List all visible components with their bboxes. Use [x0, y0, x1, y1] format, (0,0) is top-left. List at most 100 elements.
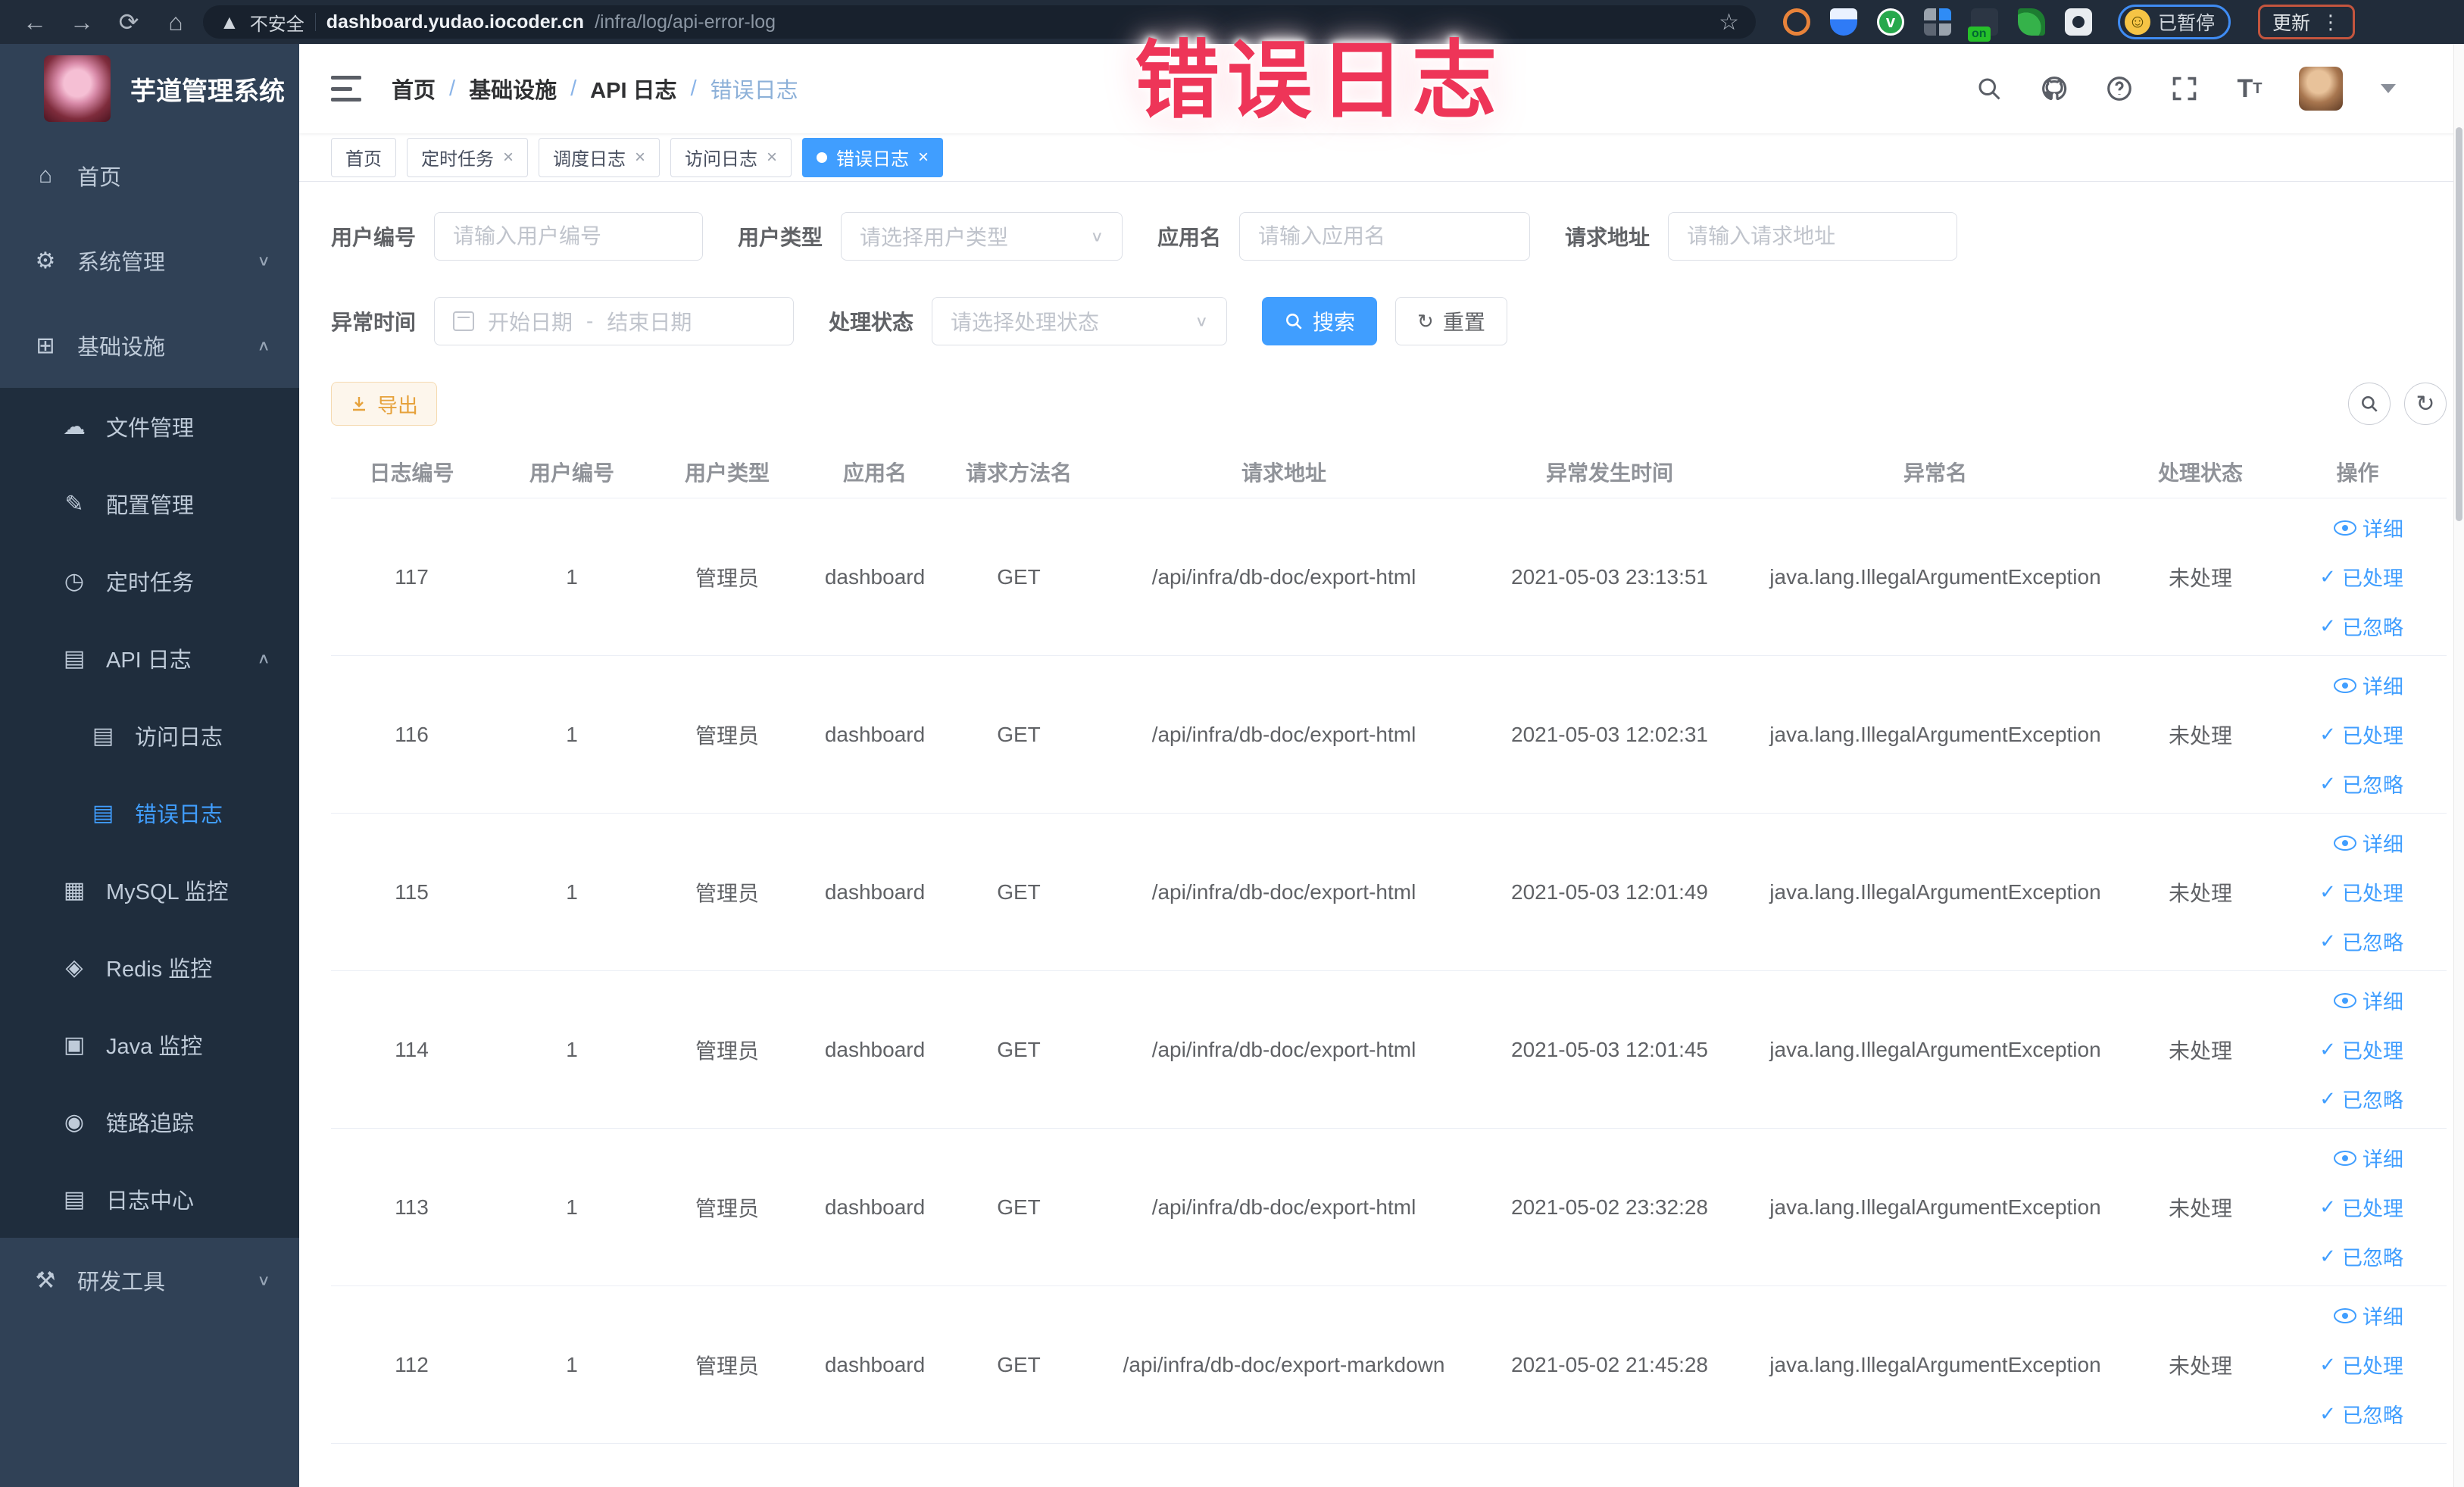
page-scrollbar[interactable] [2453, 44, 2464, 1487]
address-bar[interactable]: ▲ 不安全 dashboard.yudao.iocoder.cn/infra/l… [203, 5, 1756, 39]
tab-定时任务[interactable]: 定时任务 × [407, 137, 529, 177]
process-status-select[interactable]: 请选择处理状态 ∨ [932, 297, 1228, 345]
fullscreen-icon[interactable] [2169, 73, 2200, 105]
action-详细[interactable]: 详细 [2334, 1143, 2403, 1173]
tab-错误日志[interactable]: 错误日志 × [802, 137, 944, 177]
cell-app: dashboard [824, 879, 926, 904]
action-已处理[interactable]: ✓ 已处理 [2319, 720, 2403, 749]
sidebar-item-链路追踪[interactable]: ◉ 链路追踪 [0, 1083, 299, 1161]
browser-update-button[interactable]: 更新 ⋮ [2258, 5, 2356, 39]
tab-访问日志[interactable]: 访问日志 × [670, 137, 792, 177]
action-已忽略[interactable]: ✓ 已忽略 [2319, 769, 2403, 798]
action-已忽略[interactable]: ✓ 已忽略 [2319, 1399, 2403, 1429]
reset-button[interactable]: ↻ 重置 [1395, 297, 1507, 345]
search-button[interactable]: 搜索 [1262, 297, 1378, 345]
sidebar-item-研发工具[interactable]: ⚒ 研发工具 ∨ [0, 1238, 299, 1323]
sidebar-item-配置管理[interactable]: ✎ 配置管理 [0, 465, 299, 542]
sidebar-item-基础设施[interactable]: ⊞ 基础设施 ∧ [0, 303, 299, 388]
request-url-input[interactable] [1687, 224, 1939, 248]
start-date-placeholder: 开始日期 [488, 311, 573, 334]
breadcrumb-item[interactable]: API 日志 [590, 73, 676, 105]
browser-back-button[interactable]: ← [15, 5, 55, 39]
avatar-caret-icon[interactable] [2381, 84, 2396, 93]
sidebar-item-API-日志[interactable]: ▤ API 日志 ∧ [0, 620, 299, 697]
breadcrumb-item[interactable]: 错误日志 [710, 73, 798, 105]
action-已处理[interactable]: ✓ 已处理 [2319, 1350, 2403, 1379]
extension-leaf-icon[interactable] [2018, 8, 2045, 36]
breadcrumb-item[interactable]: 基础设施 [469, 73, 557, 105]
profile-emoji-avatar: ☺ [2125, 9, 2150, 35]
cell-exception: java.lang.IllegalArgumentException [1769, 564, 2101, 589]
date-range-picker[interactable]: 开始日期 - 结束日期 [434, 297, 795, 345]
sidebar-item-Redis-监控[interactable]: ◈ Redis 监控 [0, 929, 299, 1006]
app-name-input[interactable] [1258, 224, 1512, 248]
sidebar-logo[interactable]: 芋道管理系统 [0, 44, 299, 133]
user-type-select[interactable]: 请选择用户类型 ∨ [841, 212, 1123, 261]
browser-reload-button[interactable]: ⟳ [109, 5, 148, 39]
check-icon: ✓ [2319, 1195, 2336, 1218]
tab-调度日志[interactable]: 调度日志 × [539, 137, 661, 177]
profile-paused-badge[interactable]: ☺ 已暂停 [2118, 5, 2231, 39]
action-已忽略[interactable]: ✓ 已忽略 [2319, 1084, 2403, 1114]
user-id-input[interactable] [453, 224, 685, 248]
sidebar-item-日志中心[interactable]: ▤ 日志中心 [0, 1161, 299, 1238]
action-已处理[interactable]: ✓ 已处理 [2319, 1192, 2403, 1222]
extension-grid-icon[interactable] [1924, 8, 1951, 36]
main-area: 首页 / 基础设施 / API 日志 / 错误日志 TT 首页 定时任务 × 调… [299, 44, 2464, 1487]
close-icon[interactable]: × [635, 147, 645, 168]
action-label: 详细 [2363, 833, 2403, 856]
cell-user_type: 管理员 [695, 881, 759, 905]
scrollbar-thumb[interactable] [2456, 127, 2462, 521]
refresh-table-button[interactable]: ↻ [2404, 383, 2447, 425]
action-已处理[interactable]: ✓ 已处理 [2319, 877, 2403, 907]
font-size-icon[interactable]: TT [2234, 73, 2266, 105]
toggle-search-button[interactable] [2348, 383, 2391, 425]
github-icon[interactable] [2038, 73, 2070, 105]
close-icon[interactable]: × [503, 147, 514, 168]
table-toolbar: 导出 ↻ [331, 382, 2447, 426]
action-详细[interactable]: 详细 [2334, 513, 2403, 542]
action-已处理[interactable]: ✓ 已处理 [2319, 1035, 2403, 1064]
sidebar-item-访问日志[interactable]: ▤ 访问日志 [0, 697, 299, 774]
action-已忽略[interactable]: ✓ 已忽略 [2319, 611, 2403, 641]
browser-home-button[interactable]: ⌂ [156, 5, 195, 39]
cell-method: GET [997, 879, 1041, 904]
sidebar-collapse-icon[interactable] [331, 76, 361, 102]
bookmark-star-icon[interactable]: ☆ [1719, 9, 1739, 36]
java-monitor-icon: ▣ [63, 1032, 86, 1057]
extension-orange-icon[interactable] [1783, 8, 1810, 36]
action-详细[interactable]: 详细 [2334, 670, 2403, 700]
sidebar-item-系统管理[interactable]: ⚙ 系统管理 ∨ [0, 218, 299, 303]
action-详细[interactable]: 详细 [2334, 1301, 2403, 1330]
help-icon[interactable] [2103, 73, 2135, 105]
action-已忽略[interactable]: ✓ 已忽略 [2319, 926, 2403, 956]
user-avatar[interactable] [2299, 67, 2343, 111]
extension-green-icon[interactable]: v [1877, 8, 1904, 36]
action-已处理[interactable]: ✓ 已处理 [2319, 562, 2403, 592]
cell-actions: 详细 ✓ 已处理 ✓ 已忽略 [2272, 1143, 2443, 1271]
browser-forward-button[interactable]: → [62, 5, 101, 39]
sidebar-item-错误日志[interactable]: ▤ 错误日志 [0, 774, 299, 851]
cell-actions: 详细 ✓ 已处理 ✓ 已忽略 [2272, 986, 2443, 1114]
close-icon[interactable]: × [767, 147, 777, 168]
column-header: 异常名 [1903, 461, 1967, 485]
export-button[interactable]: 导出 [331, 382, 437, 426]
sidebar-item-MySQL-监控[interactable]: ▦ MySQL 监控 [0, 851, 299, 929]
breadcrumb-item[interactable]: 首页 [392, 73, 436, 105]
action-详细[interactable]: 详细 [2334, 986, 2403, 1015]
action-已忽略[interactable]: ✓ 已忽略 [2319, 1242, 2403, 1271]
cell-method: GET [997, 722, 1041, 746]
extensions-puzzle-icon[interactable] [2065, 8, 2092, 36]
sidebar-item-定时任务[interactable]: ◷ 定时任务 [0, 542, 299, 620]
extension-shield-icon[interactable] [1830, 8, 1857, 36]
sidebar-item-首页[interactable]: ⌂ 首页 [0, 133, 299, 218]
search-icon[interactable] [1973, 73, 2005, 105]
table-row: 115 1 管理员 dashboard GET/api/infra/db-doc/exp… [331, 814, 2447, 971]
sidebar-item-Java-监控[interactable]: ▣ Java 监控 [0, 1006, 299, 1083]
tab-首页[interactable]: 首页 [331, 137, 396, 177]
close-icon[interactable]: × [918, 147, 929, 168]
sidebar-item-文件管理[interactable]: ☁ 文件管理 [0, 388, 299, 465]
extension-on-badge-icon[interactable] [1968, 8, 1998, 42]
browser-menu-icon[interactable]: ⋮ [2321, 11, 2341, 34]
action-详细[interactable]: 详细 [2334, 828, 2403, 858]
